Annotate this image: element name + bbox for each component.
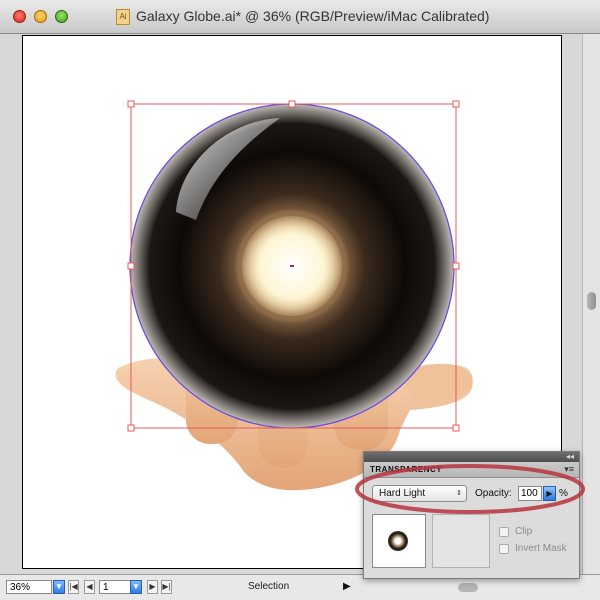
opacity-label: Opacity: [475,488,512,499]
previous-artboard-button[interactable]: ◀ [84,580,95,594]
collapse-panel-icon[interactable]: ◂◂ [566,452,574,462]
clip-checkbox[interactable] [499,527,509,537]
panel-title: TRANSPARENCY [370,465,443,474]
vertical-scrollbar[interactable] [582,34,600,574]
opacity-slider-button[interactable]: ▶ [543,486,556,501]
close-window-button[interactable] [13,10,26,23]
clip-label: Clip [515,526,533,537]
opacity-input[interactable]: 100 [518,486,542,501]
window-titlebar: Ai Galaxy Globe.ai* @ 36% (RGB/Preview/i… [0,0,600,34]
zoom-level-field[interactable]: 36% [6,580,52,594]
globe-thumbnail-image [388,531,408,551]
panel-menu-icon[interactable]: ▾≡ [564,464,574,475]
invert-mask-checkbox[interactable] [499,544,509,554]
panel-tab-transparency[interactable]: TRANSPARENCY ▾≡ [364,462,579,478]
horizontal-scroll-thumb[interactable] [458,583,478,592]
opacity-mask-thumbnail[interactable] [432,514,490,568]
transparency-panel: ◂◂ TRANSPARENCY ▾≡ Hard Light ⇕ Opacity:… [363,451,580,579]
blend-mode-value: Hard Light [379,488,426,499]
select-arrows-icon: ⇕ [456,490,462,497]
vertical-scroll-thumb[interactable] [587,292,596,310]
zoom-window-button[interactable] [55,10,68,23]
object-thumbnail[interactable] [372,514,426,568]
document-icon: Ai [116,9,130,25]
artboard-dropdown-button[interactable]: ▼ [130,580,142,594]
first-artboard-button[interactable]: |◀ [68,580,79,594]
last-artboard-button[interactable]: ▶| [161,580,172,594]
zoom-dropdown-button[interactable]: ▼ [53,580,65,594]
next-artboard-button[interactable]: ▶ [147,580,158,594]
opacity-unit: % [559,488,568,499]
minimize-window-button[interactable] [34,10,47,23]
invert-mask-label: Invert Mask [515,543,567,554]
panel-drag-bar[interactable]: ◂◂ [364,452,579,462]
status-menu-arrow[interactable]: ▶ [343,581,351,592]
blend-mode-select[interactable]: Hard Light ⇕ [372,485,467,502]
current-tool-label[interactable]: Selection [248,581,289,592]
window-title: Galaxy Globe.ai* @ 36% (RGB/Preview/iMac… [136,8,490,24]
